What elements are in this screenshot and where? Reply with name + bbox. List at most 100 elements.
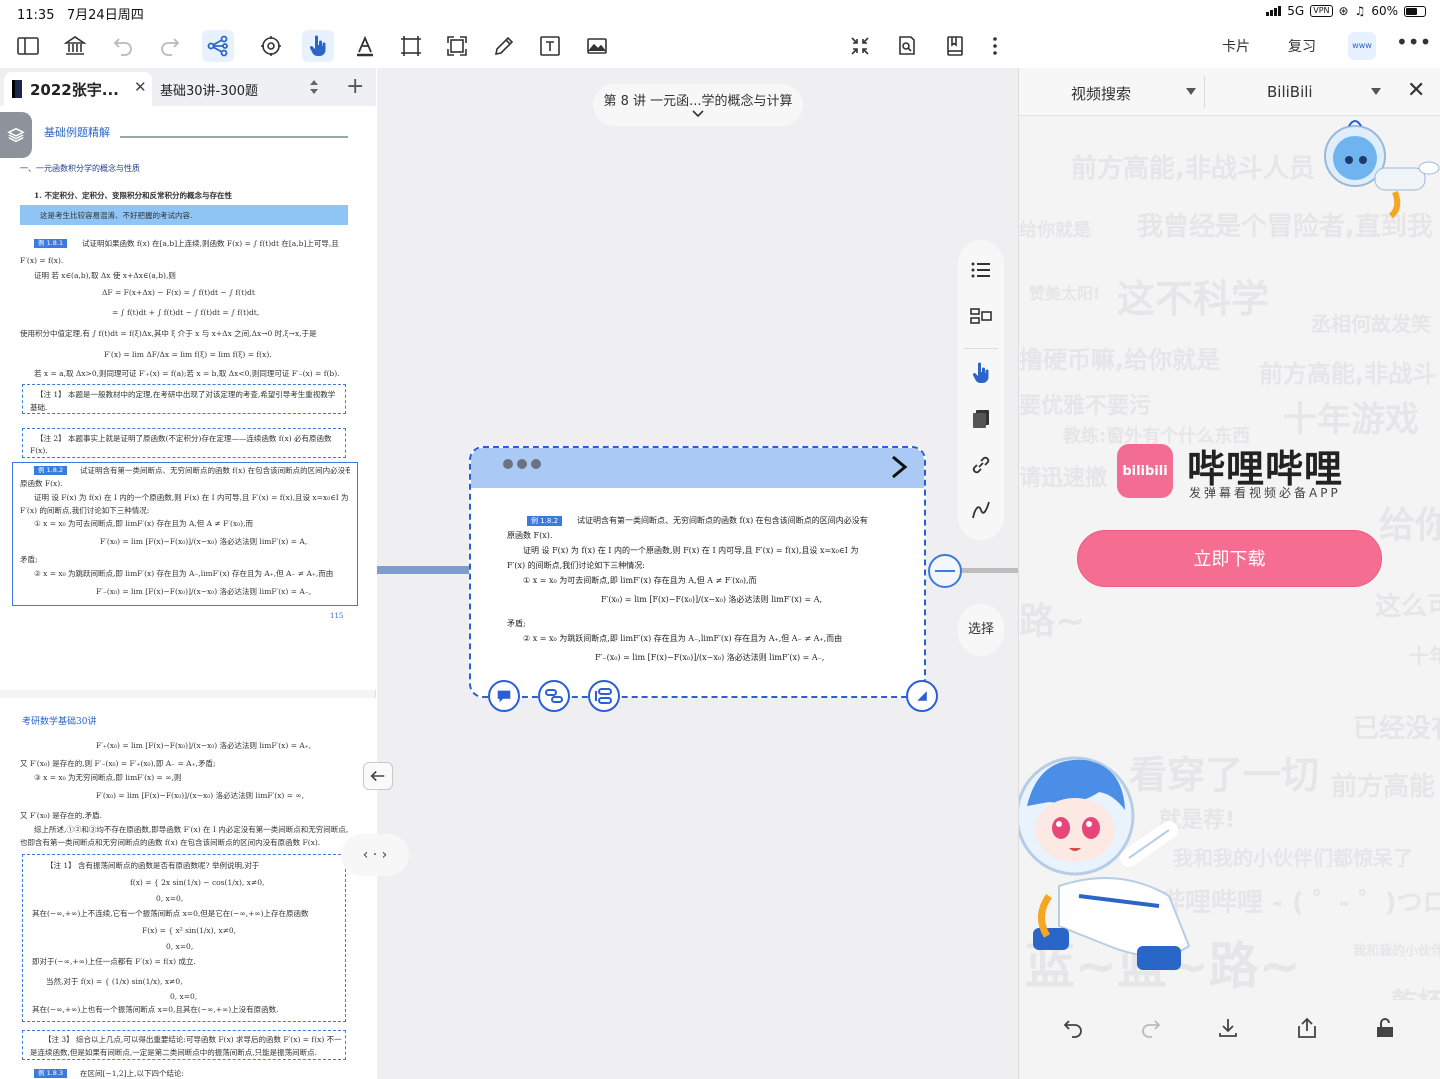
- chevron-right-icon[interactable]: [888, 454, 910, 480]
- forward-icon[interactable]: [1139, 1016, 1163, 1040]
- proof-line: ② x = x₀ 为跳跃间断点,即 limF′(x) 存在且为 A₋,limF′…: [34, 569, 334, 578]
- note-text: 基础.: [30, 403, 48, 412]
- danmaku-text: 这不科学: [1117, 277, 1270, 321]
- tab-basic-30[interactable]: 基础30讲-300题: [160, 72, 290, 106]
- proof-line: 矛盾;: [20, 555, 38, 564]
- comment-icon[interactable]: [488, 680, 520, 712]
- card-text-line: 证明 设 F(x) 为 f(x) 在 I 内的一个原函数,则 F(x) 在 I …: [523, 546, 859, 555]
- share-icon[interactable]: [1295, 1016, 1319, 1040]
- lock-rotation-icon: ⊛: [1338, 4, 1349, 18]
- image-icon[interactable]: [581, 30, 613, 62]
- pdf-page-115[interactable]: 基础例题精解 一、一元函数积分学的概念与性质 1. 不定积分、定积分、变限积分和…: [0, 106, 376, 690]
- copy-icon[interactable]: [969, 407, 993, 431]
- sibling-node-icon[interactable]: [588, 680, 620, 712]
- note-text: 0, x=0,: [170, 992, 198, 1001]
- danmaku-text: 已经没有: [1353, 714, 1440, 744]
- web-panel: 视频搜索 BiliBili ✕ 前方高能,非战斗人员 我曾经是个冒险者,直到我 …: [1018, 68, 1440, 1079]
- close-icon[interactable]: ✕: [1407, 78, 1425, 103]
- example-text: 试证明含有第一类间断点、无穷间断点的函数 f(x) 在包含该间断点的区间内必没有: [80, 466, 350, 475]
- download-icon[interactable]: [1216, 1016, 1240, 1040]
- outline-list-icon[interactable]: [969, 258, 993, 282]
- curve-line-icon[interactable]: [969, 498, 993, 522]
- proof-line: 证明 若 x∈(a,b),取 Δx 使 x+Δx∈(a,b),则: [34, 271, 176, 280]
- child-node-icon[interactable]: [538, 680, 570, 712]
- undo-icon[interactable]: [107, 30, 139, 62]
- split-view-handle-icon[interactable]: ‹ · ›: [341, 834, 409, 876]
- more-vertical-icon[interactable]: [979, 30, 1011, 62]
- sidebar-toggle-icon[interactable]: [12, 30, 44, 62]
- excerpt-card[interactable]: 例 1.8.2 试证明含有第一类间断点、无穷间断点的函数 f(x) 在包含该间断…: [469, 446, 926, 698]
- chapter-selector[interactable]: 第 8 讲 一元函...学的概念与计算: [593, 84, 803, 126]
- collapse-node-icon[interactable]: [928, 554, 962, 588]
- mindmap-canvas[interactable]: 第 8 讲 一元函...学的概念与计算 例 1.8.2 试证明含有第一类间断点、…: [341, 68, 1018, 1079]
- bookmark-book-icon[interactable]: [939, 30, 971, 62]
- note-text: 其在(−∞,+∞)上不连续,它有一个振荡间断点 x=0,但是它在(−∞,+∞)上…: [32, 909, 309, 918]
- resize-handle-icon[interactable]: [906, 680, 938, 712]
- status-bar: 11:35 7月24日周四 5G VPN ⊛ ♫ 60%: [0, 0, 1440, 24]
- tab-zhangyu-2022[interactable]: 2022张宇... ✕: [4, 72, 152, 106]
- frame-select-icon[interactable]: [395, 30, 427, 62]
- download-button[interactable]: 立即下载: [1077, 530, 1382, 587]
- search-type-dropdown[interactable]: 视频搜索: [1071, 83, 1131, 104]
- hand-pointer-icon[interactable]: [969, 361, 993, 385]
- link-icon[interactable]: [969, 453, 993, 477]
- unlock-icon[interactable]: [1373, 1016, 1397, 1040]
- add-tab-icon[interactable]: +: [346, 74, 364, 99]
- hand-pointer-icon[interactable]: [302, 30, 334, 62]
- caret-down-icon[interactable]: [1186, 88, 1196, 95]
- select-button[interactable]: 选择: [958, 604, 1004, 656]
- web-globe-icon[interactable]: www: [1348, 32, 1376, 60]
- arrow-left-icon[interactable]: [363, 762, 393, 790]
- mindmap-icon[interactable]: [202, 30, 234, 62]
- note-text: 【注 1】 含有振荡间断点的函数是否有原函数呢? 举例说明,对于: [46, 861, 260, 870]
- back-icon[interactable]: [1061, 1016, 1085, 1040]
- example-label: 例 1.8.2: [34, 466, 68, 475]
- text-highlight-icon[interactable]: [349, 30, 381, 62]
- note-text: 0, x=0,: [166, 942, 194, 951]
- card-menu-dots-icon[interactable]: [503, 459, 541, 469]
- layout-icon[interactable]: [969, 304, 993, 328]
- close-tab-icon[interactable]: ✕: [134, 78, 147, 96]
- card-text-line: ① x = x₀ 为可去间断点,即 limF′(x) 存在且为 A,但 A ≠ …: [523, 576, 757, 585]
- pdf-page-116[interactable]: 考研数学基础30讲 F′₊(x₀) = lim [F(x)−F(x₀)]/(x−…: [0, 698, 376, 1079]
- proof-line: ΔF = F(x+Δx) − F(x) = ∫ f(t)dt − ∫ f(t)d…: [102, 288, 255, 297]
- mascot-astronaut-small-icon: [1324, 120, 1440, 219]
- danmaku-text: 前方高能: [1331, 772, 1436, 802]
- more-horizontal-icon[interactable]: •••: [1396, 30, 1431, 54]
- cellular-signal-icon: [1266, 6, 1282, 16]
- layers-icon[interactable]: [0, 112, 32, 158]
- example-text: 在区间[−1,2]上,以下四个结论:: [80, 1069, 184, 1078]
- danmaku-text: 十年游戏: [1283, 400, 1419, 440]
- redo-icon[interactable]: [154, 30, 186, 62]
- sort-tabs-icon[interactable]: [306, 78, 322, 96]
- proof-line: F′(x₀) = lim [F(x)−F(x₀)]/(x−x₀) 洛必达法则 l…: [96, 791, 305, 800]
- example-label: 例 1.8.3: [34, 1069, 68, 1078]
- highlight-text: 这是考生比较容易混淆、不好把握的考试内容.: [40, 211, 193, 220]
- caret-down-icon[interactable]: [1371, 88, 1381, 95]
- proof-line: F′(x) = f(x).: [20, 256, 64, 265]
- danmaku-text: 要优雅不要污: [1019, 394, 1152, 419]
- status-indicators: 5G VPN ⊛ ♫ 60%: [1266, 4, 1426, 18]
- cards-button[interactable]: 卡片: [1222, 36, 1250, 56]
- search-document-icon[interactable]: [891, 30, 923, 62]
- header-divider: [1204, 76, 1205, 108]
- note-text: 【注 3】 综合以上几点,可以得出重要结论:可导函数 F(x) 求导后的函数 F…: [44, 1035, 342, 1044]
- danmaku-text: 十年: [1409, 644, 1440, 668]
- collapse-icon[interactable]: [844, 30, 876, 62]
- app-slogan: 发弹幕看视频必备APP: [1189, 486, 1341, 500]
- library-icon[interactable]: [59, 30, 91, 62]
- source-dropdown[interactable]: BiliBili: [1267, 83, 1313, 101]
- card-header[interactable]: [471, 448, 924, 488]
- pen-icon[interactable]: [488, 30, 520, 62]
- proof-line: = ∫ f(t)dt + ∫ f(t)dt − ∫ f(t)dt = ∫ f(t…: [112, 308, 260, 317]
- proof-line: ③ x = x₀ 为无穷间断点,即 limF′(x) = ∞,则: [34, 773, 182, 782]
- settings-gear-icon[interactable]: [255, 30, 287, 62]
- textbox-icon[interactable]: [534, 30, 566, 62]
- mascot-astronaut-girl-icon: [1019, 756, 1191, 970]
- selected-region[interactable]: [12, 462, 358, 606]
- card-text-line: 原函数 F(x).: [507, 531, 553, 540]
- review-button[interactable]: 复习: [1288, 36, 1316, 56]
- crop-capture-icon[interactable]: [441, 30, 473, 62]
- danmaku-text: 给你: [1379, 505, 1440, 546]
- danmaku-text: 我和我的小伙伴们都惊呆了: [1353, 944, 1440, 959]
